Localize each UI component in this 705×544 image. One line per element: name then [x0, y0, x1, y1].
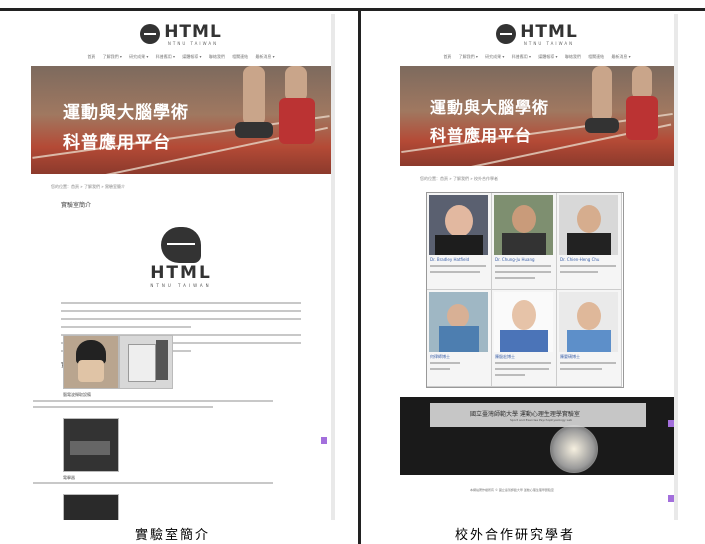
scholar-card[interactable]: Dr. Chung-Ju Huang [492, 193, 557, 290]
scholar-card[interactable]: 何律師博士 [427, 290, 492, 387]
nav-item[interactable]: 研究成果 ▾ [129, 54, 148, 59]
scholar-card[interactable]: 陳晏碩博士 [557, 290, 622, 387]
footer-banner-title: 國立臺灣師範大學 運動心理生理學實驗室 [470, 411, 580, 418]
footer-banner-box: 國立臺灣師範大學 運動心理生理學實驗室 Sport and Exercise P… [430, 403, 646, 427]
left-page-screenshot: HTML NTNU TAIWAN 首頁 了解我們 ▾ 研究成果 ▾ 科普應用 ▾… [31, 14, 332, 520]
footer-banner: 國立臺灣師範大學 運動心理生理學實驗室 Sport and Exercise P… [400, 397, 674, 475]
top-border [0, 8, 705, 11]
nav-item[interactable]: 研究成果 ▾ [485, 54, 504, 59]
logo-subtext: NTNU TAIWAN [167, 41, 219, 46]
nav-item[interactable]: 科普應用 ▾ [512, 54, 531, 59]
equipment-label: 電擊器 [63, 475, 75, 480]
lab-logo-subtext: NTNU TAIWAN [150, 283, 212, 288]
footer-copyright: 本網站著作權所有 © 國立臺灣師範大學 運動心理生理學實驗室 [470, 488, 554, 492]
equipment-photo [63, 494, 119, 520]
scholar-card[interactable]: 陳殷宏博士 [492, 290, 557, 387]
nav-item[interactable]: 了解我們 ▾ [459, 54, 478, 59]
eeg-cap-photo [63, 335, 119, 389]
nav-item[interactable]: 首頁 [443, 54, 451, 59]
nav-item[interactable]: 媒體報導 ▾ [182, 54, 201, 59]
hero-banner: 運動與大腦學術 科普應用平台 [400, 66, 674, 166]
hero-banner: 運動與大腦學術 科普應用平台 [31, 66, 331, 174]
text-line [33, 400, 273, 402]
site-logo[interactable]: HTML NTNU TAIWAN [400, 22, 674, 46]
scholar-name[interactable]: 陳晏碩博士 [560, 354, 580, 360]
scholar-grid: Dr. Bradley Hatfield Dr. Chung-Ju Huang … [426, 192, 624, 388]
text-line [33, 406, 213, 408]
site-logo[interactable]: HTML NTNU TAIWAN [31, 22, 331, 46]
logo-subtext: NTNU TAIWAN [523, 41, 575, 46]
nav-item[interactable]: 最新消息 ▾ [611, 54, 630, 59]
equipment-label: 腦電波擷取設備 [63, 392, 91, 397]
scholar-name[interactable]: 何律師博士 [430, 354, 450, 360]
breadcrumb: 您的位置：首頁 » 了解我們 » 實驗室簡介 [51, 184, 125, 189]
scholar-card[interactable]: Dr. Chien-Heng Chu [557, 193, 622, 290]
breadcrumb: 您的位置：首頁 » 了解我們 » 校外合作學者 [420, 176, 498, 181]
nav-item[interactable]: 首頁 [87, 54, 95, 59]
scholar-name[interactable]: Dr. Bradley Hatfield [430, 257, 469, 262]
scholar-name[interactable]: 陳殷宏博士 [495, 354, 515, 360]
text-line [61, 302, 301, 304]
scholar-photo [559, 292, 618, 352]
footer-banner-subtitle: Sport and Exercise Psychophysiology Lab [510, 418, 573, 422]
text-line [61, 318, 301, 320]
lightbulb-image [550, 425, 598, 473]
brain-head-icon [496, 24, 517, 44]
logo-text: HTML [164, 22, 222, 42]
text-line [61, 310, 301, 312]
banner-title-line1: 運動與大腦學術 [430, 98, 550, 117]
caption-right: 校外合作研究學者 [455, 528, 576, 543]
text-line [33, 482, 273, 484]
amplifier-photo [119, 335, 173, 389]
lab-logo-text: HTML [150, 263, 212, 283]
nav-item[interactable]: 聯絡我們 [565, 54, 581, 59]
scholar-photo [494, 292, 553, 352]
equipment-photo [63, 418, 119, 472]
main-nav: 首頁 了解我們 ▾ 研究成果 ▾ 科普應用 ▾ 媒體報導 ▾ 聯絡我們 相關連結… [31, 54, 331, 60]
nav-item[interactable]: 最新消息 ▾ [255, 54, 274, 59]
scrollbar[interactable] [331, 14, 335, 520]
nav-item[interactable]: 相關連結 [588, 54, 604, 59]
back-to-top-button[interactable] [321, 437, 327, 444]
lab-logo: HTML NTNU TAIWAN [141, 227, 221, 288]
nav-item[interactable]: 相關連結 [232, 54, 248, 59]
brain-head-icon [140, 24, 161, 44]
scholar-name[interactable]: Dr. Chung-Ju Huang [495, 257, 535, 262]
caption-left: 實驗室簡介 [135, 528, 211, 543]
banner-title-line1: 運動與大腦學術 [63, 103, 189, 123]
scholar-card[interactable]: Dr. Bradley Hatfield [427, 193, 492, 290]
right-page-screenshot: HTML NTNU TAIWAN 首頁 了解我們 ▾ 研究成果 ▾ 科普應用 ▾… [400, 14, 675, 520]
nav-item[interactable]: 媒體報導 ▾ [538, 54, 557, 59]
banner-title-line2: 科普應用平台 [63, 133, 171, 153]
scholar-name[interactable]: Dr. Chien-Heng Chu [560, 257, 599, 262]
logo-text: HTML [520, 22, 578, 42]
center-divider [358, 9, 361, 544]
scholar-photo [429, 292, 488, 352]
scholar-photo [494, 195, 553, 255]
main-nav: 首頁 了解我們 ▾ 研究成果 ▾ 科普應用 ▾ 媒體報導 ▾ 聯絡我們 相關連結… [400, 54, 674, 60]
text-line [61, 326, 191, 328]
brain-head-icon [161, 227, 201, 263]
scrollbar[interactable] [674, 14, 678, 520]
nav-item[interactable]: 聯絡我們 [209, 54, 225, 59]
nav-item[interactable]: 科普應用 ▾ [156, 54, 175, 59]
banner-title-line2: 科普應用平台 [430, 126, 533, 145]
scholar-photo [429, 195, 488, 255]
nav-item[interactable]: 了解我們 ▾ [103, 54, 122, 59]
back-to-top-button[interactable] [668, 420, 674, 427]
scholar-photo [559, 195, 618, 255]
page-title: 實驗室簡介 [61, 202, 92, 209]
back-to-top-button[interactable] [668, 495, 674, 502]
